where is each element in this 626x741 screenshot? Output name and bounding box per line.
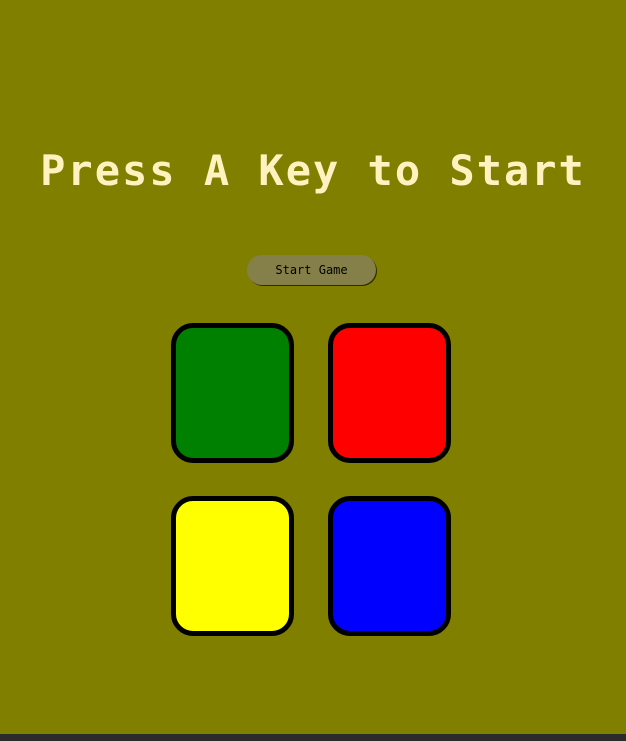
blue-pad[interactable]: [328, 496, 451, 636]
window-bottom-bar: [0, 734, 626, 741]
start-game-button[interactable]: Start Game: [247, 255, 376, 285]
green-pad[interactable]: [171, 323, 294, 463]
level-title: Press A Key to Start: [40, 146, 586, 195]
red-pad[interactable]: [328, 323, 451, 463]
game-page: Press A Key to Start Start Game: [0, 0, 626, 741]
yellow-pad[interactable]: [171, 496, 294, 636]
